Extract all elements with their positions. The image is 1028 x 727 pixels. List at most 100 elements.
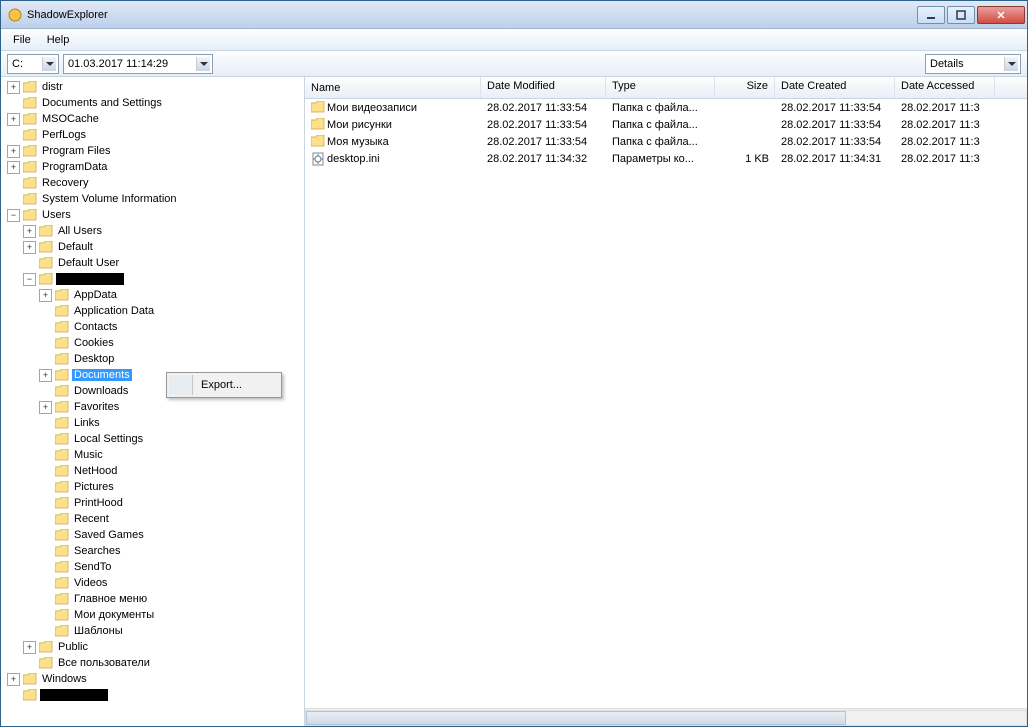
tree-item-label: Cookies [72, 337, 116, 349]
tree-item[interactable]: PerfLogs [7, 127, 304, 143]
scrollbar-thumb[interactable] [306, 711, 846, 725]
snapshot-selector[interactable]: 01.03.2017 11:14:29 [63, 54, 213, 74]
folder-icon [23, 129, 37, 141]
file-row[interactable]: Мои видеозаписи28.02.2017 11:33:54Папка … [305, 99, 1027, 116]
maximize-button[interactable] [947, 6, 975, 24]
tree-item[interactable]: −Users [7, 207, 304, 223]
tree-item[interactable]: Documents and Settings [7, 95, 304, 111]
tree-item[interactable]: +AppData [39, 287, 304, 303]
expand-icon[interactable]: + [7, 145, 20, 158]
tree-item[interactable]: Все пользователи [23, 655, 304, 671]
tree-item[interactable]: Links [39, 415, 304, 431]
expand-icon[interactable]: + [23, 641, 36, 654]
tree-item[interactable]: +Public [23, 639, 304, 655]
file-modified: 28.02.2017 11:33:54 [481, 136, 606, 148]
expander-empty [39, 529, 52, 542]
minimize-button[interactable] [917, 6, 945, 24]
expander-empty [39, 497, 52, 510]
file-accessed: 28.02.2017 11:3 [895, 119, 995, 131]
col-created[interactable]: Date Created [775, 77, 895, 98]
col-name[interactable]: Name [305, 77, 481, 98]
expand-icon[interactable]: + [39, 289, 52, 302]
col-type[interactable]: Type [606, 77, 715, 98]
tree-item[interactable]: Videos [39, 575, 304, 591]
collapse-icon[interactable]: − [23, 273, 36, 286]
tree-item[interactable]: +Default [23, 239, 304, 255]
chevron-down-icon [1004, 57, 1018, 71]
file-type: Папка с файла... [606, 136, 715, 148]
col-size[interactable]: Size [715, 77, 775, 98]
expand-icon[interactable]: + [7, 81, 20, 94]
view-selector[interactable]: Details [925, 54, 1021, 74]
folder-icon [55, 369, 69, 381]
drive-selector[interactable]: C: [7, 54, 59, 74]
tree-item[interactable]: Recovery [7, 175, 304, 191]
context-menu-export[interactable]: Export... [169, 375, 279, 395]
tree-item[interactable]: SendTo [39, 559, 304, 575]
tree-item-label: PrintHood [72, 497, 125, 509]
tree-item[interactable]: +All Users [23, 223, 304, 239]
menu-help[interactable]: Help [39, 32, 78, 48]
tree-item[interactable]: Главное меню [39, 591, 304, 607]
tree-panel[interactable]: +distr Documents and Settings +MSOCachePer… [1, 77, 305, 726]
tree-item[interactable]: Pictures [39, 479, 304, 495]
expand-icon[interactable]: + [39, 401, 52, 414]
tree-item[interactable]: +Program Files [7, 143, 304, 159]
list-body[interactable]: Мои видеозаписи28.02.2017 11:33:54Папка … [305, 99, 1027, 708]
tree-item[interactable]: +Favorites [39, 399, 304, 415]
file-row[interactable]: Мои рисунки28.02.2017 11:33:54Папка с фа… [305, 116, 1027, 133]
tree-item-label: Recent [72, 513, 111, 525]
folder-icon [39, 241, 53, 253]
tree-item-label: ProgramData [40, 161, 109, 173]
tree-item[interactable] [7, 687, 304, 703]
tree-item[interactable]: − [23, 271, 304, 287]
tree-item[interactable]: Contacts [39, 319, 304, 335]
file-created: 28.02.2017 11:33:54 [775, 136, 895, 148]
tree-item[interactable]: Мои документы [39, 607, 304, 623]
expand-icon[interactable]: + [39, 369, 52, 382]
file-type: Папка с файла... [606, 119, 715, 131]
expand-icon[interactable]: + [23, 241, 36, 254]
titlebar[interactable]: ShadowExplorer [1, 1, 1027, 29]
file-name: desktop.ini [327, 153, 380, 165]
expand-icon[interactable]: + [7, 161, 20, 174]
view-value: Details [930, 58, 1004, 70]
horizontal-scrollbar[interactable] [305, 708, 1027, 726]
file-row[interactable]: Моя музыка28.02.2017 11:33:54Папка с фай… [305, 133, 1027, 150]
tree-item-label [40, 689, 108, 701]
col-modified[interactable]: Date Modified [481, 77, 606, 98]
folder-icon [311, 135, 325, 149]
folder-icon [55, 545, 69, 557]
tree-item[interactable]: +Windows [7, 671, 304, 687]
tree-item[interactable]: +MSOCache [7, 111, 304, 127]
folder-icon [55, 465, 69, 477]
tree-item-label: Documents and Settings [40, 97, 164, 109]
close-button[interactable] [977, 6, 1025, 24]
expander-empty [39, 625, 52, 638]
tree-item[interactable]: +distr [7, 79, 304, 95]
tree-item[interactable]: + ProgramData [7, 159, 304, 175]
tree-item[interactable]: NetHood [39, 463, 304, 479]
expander-empty [39, 417, 52, 430]
tree-item[interactable]: PrintHood [39, 495, 304, 511]
col-accessed[interactable]: Date Accessed [895, 77, 995, 98]
expand-icon[interactable]: + [7, 673, 20, 686]
tree-item[interactable]: Recent [39, 511, 304, 527]
file-created: 28.02.2017 11:34:31 [775, 153, 895, 165]
expand-icon[interactable]: + [7, 113, 20, 126]
tree-item[interactable]: Default User [23, 255, 304, 271]
tree-item[interactable]: Searches [39, 543, 304, 559]
folder-icon [55, 481, 69, 493]
tree-item[interactable]: System Volume Information [7, 191, 304, 207]
file-row[interactable]: desktop.ini28.02.2017 11:34:32Параметры … [305, 150, 1027, 167]
tree-item[interactable]: Cookies [39, 335, 304, 351]
tree-item[interactable]: Music [39, 447, 304, 463]
menu-file[interactable]: File [5, 32, 39, 48]
collapse-icon[interactable]: − [7, 209, 20, 222]
tree-item[interactable]: Local Settings [39, 431, 304, 447]
tree-item[interactable]: Saved Games [39, 527, 304, 543]
expand-icon[interactable]: + [23, 225, 36, 238]
tree-item[interactable]: Application Data [39, 303, 304, 319]
tree-item[interactable]: Desktop [39, 351, 304, 367]
tree-item[interactable]: Шаблоны [39, 623, 304, 639]
